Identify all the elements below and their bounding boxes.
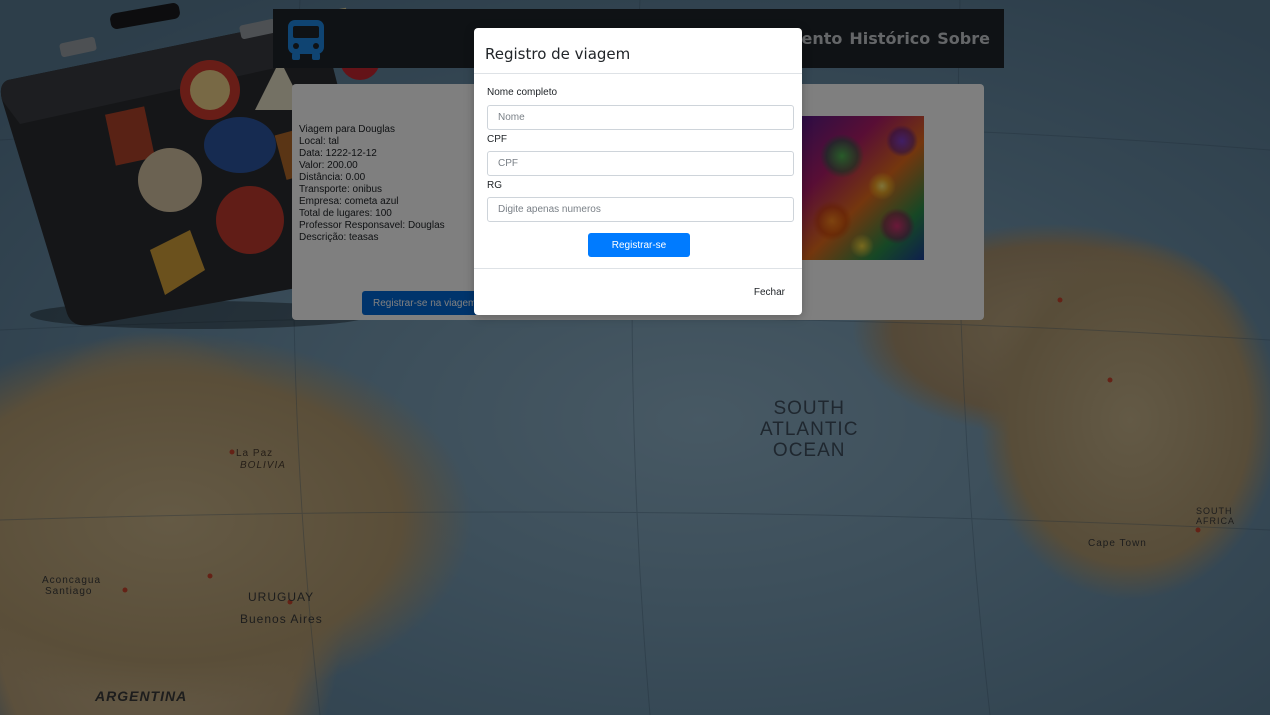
cpf-label: CPF — [487, 134, 507, 145]
close-button[interactable]: Fechar — [754, 287, 785, 298]
name-label: Nome completo — [487, 87, 558, 98]
modal-header: Registro de viagem — [474, 28, 802, 74]
rg-label: RG — [487, 180, 502, 191]
viewport: SOUTH ATLANTIC OCEAN ARGENTINA La Paz BO… — [0, 0, 1270, 715]
rg-input[interactable] — [487, 197, 794, 222]
cpf-input[interactable] — [487, 151, 794, 176]
modal-footer: Fechar — [474, 268, 802, 315]
name-input[interactable] — [487, 105, 794, 130]
register-submit-button[interactable]: Registrar-se — [588, 233, 690, 257]
registration-modal: Registro de viagem Nome completo CPF RG … — [474, 28, 802, 315]
modal-title: Registro de viagem — [485, 45, 631, 63]
